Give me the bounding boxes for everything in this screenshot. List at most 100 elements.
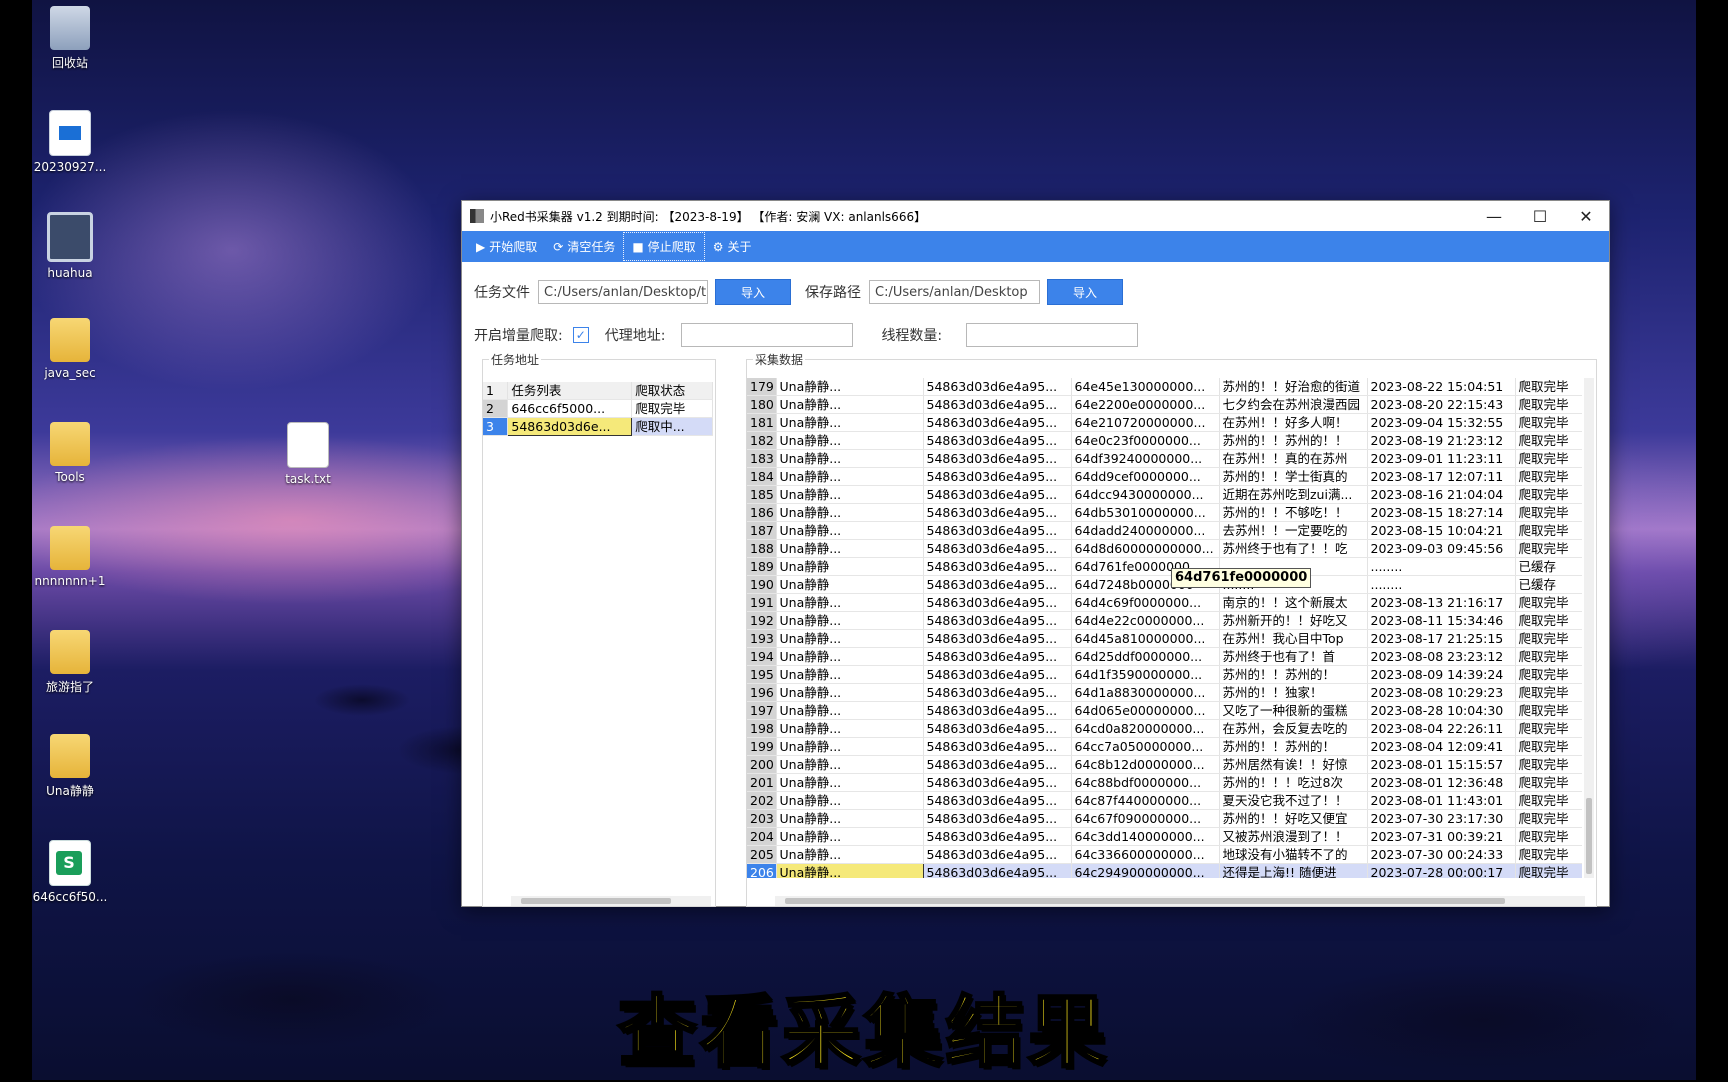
data-row-number: 187 [747, 521, 777, 540]
time-cell: 2023-07-30 00:24:33 [1367, 845, 1516, 864]
task-table-hscroll-thumb[interactable] [521, 898, 671, 904]
data-row[interactable]: 185 Una静静... 54863d03d6e4a95... 64dcc943000… [747, 485, 1582, 504]
desktop-icon-nnnnnnn[interactable]: nnnnnnn+1 [30, 526, 110, 588]
data-row[interactable]: 181 Una静静... 54863d03d6e4a95... 64e21072000… [747, 413, 1582, 432]
data-row[interactable]: 197 Una静静... 54863d03d6e4a95... 64d065e0000… [747, 701, 1582, 720]
data-table-vscroll-thumb[interactable] [1586, 798, 1592, 874]
user-cell: Una静静... [776, 503, 924, 522]
text-file-icon [287, 422, 329, 468]
video-file-icon [49, 110, 91, 156]
data-row[interactable]: 191 Una静静... 54863d03d6e4a95... 64d4c69f000… [747, 593, 1582, 612]
data-row[interactable]: 187 Una静静... 54863d03d6e4a95... 64dadd24000… [747, 521, 1582, 540]
data-row[interactable]: 189 Una静静 54863d03d6e4a95... 64d761fe000000… [747, 557, 1582, 576]
data-row[interactable]: 180 Una静静... 54863d03d6e4a95... 64e2200e000… [747, 395, 1582, 414]
task-table-hscrollbar[interactable] [511, 896, 711, 906]
status-cell: 爬取完毕 [1515, 701, 1582, 720]
title-bar[interactable]: 小Red书采集器 v1.2 到期时间: 【2023-8-19】 【作者: 安澜 … [462, 201, 1609, 231]
title-cell: 苏州的！！苏州的！！ [1219, 431, 1368, 450]
user-cell: Una静静... [776, 827, 924, 846]
desktop-icon-spreadsheet[interactable]: S 646cc6f50... [30, 840, 110, 904]
data-row[interactable]: 202 Una静静... 54863d03d6e4a95... 64c87f44000… [747, 791, 1582, 810]
user-cell: Una静静... [776, 845, 924, 864]
status-cell: 爬取完毕 [1515, 485, 1582, 504]
desktop-icon-task-txt[interactable]: task.txt [268, 422, 348, 486]
data-row[interactable]: 192 Una静静... 54863d03d6e4a95... 64d4e22c000… [747, 611, 1582, 630]
note-id-cell: 64c336600000000... [1071, 845, 1220, 864]
data-table-hscrollbar[interactable] [775, 896, 1585, 906]
time-cell: 2023-08-04 22:26:11 [1367, 719, 1516, 738]
clear-tasks-button[interactable]: ⟳ 清空任务 [545, 233, 623, 260]
data-row[interactable]: 201 Una静静... 54863d03d6e4a95... 64c88bdf000… [747, 773, 1582, 792]
time-cell: 2023-08-28 10:04:30 [1367, 701, 1516, 720]
user-cell: Una静静... [776, 809, 924, 828]
data-row[interactable]: 190 Una静静 54863d03d6e4a95... 64d7248b000000… [747, 575, 1582, 594]
title-cell: 七夕约会在苏州浪漫西园 [1219, 395, 1368, 414]
desktop-icon-travel[interactable]: 旅游指了 [30, 630, 110, 695]
title-cell: 苏州终于也有了！首 [1219, 647, 1368, 666]
user-id-cell: 54863d03d6e4a95... [923, 791, 1072, 810]
import-save-path-button[interactable]: 导入 [1047, 279, 1123, 305]
user-id-cell: 54863d03d6e4a95... [923, 485, 1072, 504]
user-cell: Una静静... [776, 467, 924, 486]
desktop-icon-una[interactable]: Una静静 [30, 734, 110, 799]
data-table-viewport: 179 Una静静... 54863d03d6e4a95... 64e45e13000… [747, 378, 1582, 878]
incremental-checkbox[interactable]: ✓ [572, 327, 589, 343]
data-row[interactable]: 193 Una静静... 54863d03d6e4a95... 64d45a81000… [747, 629, 1582, 648]
status-cell: 爬取完毕 [1515, 755, 1582, 774]
import-task-file-button[interactable]: 导入 [715, 279, 791, 305]
desktop-icon-recycle-bin[interactable]: 回收站 [30, 6, 110, 71]
desktop-icon-video[interactable]: 20230927... [30, 110, 110, 174]
save-path-input[interactable]: C:/Users/anlan/Desktop [869, 280, 1040, 304]
maximize-button[interactable]: ☐ [1517, 207, 1563, 226]
data-row[interactable]: 205 Una静静... 54863d03d6e4a95... 64c33660000… [747, 845, 1582, 864]
stop-crawl-button[interactable]: ■ 停止爬取 [623, 232, 705, 261]
task-table: 1 任务列表 爬取状态 2 646cc6f5000... 爬取完毕 3 54863d03d6e… [483, 382, 713, 436]
desktop-icon-tools[interactable]: Tools [30, 422, 110, 484]
stop-crawl-label: 停止爬取 [647, 240, 696, 254]
close-button[interactable]: ✕ [1563, 207, 1609, 226]
data-row[interactable]: 199 Una静静... 54863d03d6e4a95... 64cc7a05000… [747, 737, 1582, 756]
task-row[interactable]: 3 54863d03d6e... 爬取中... [483, 417, 713, 436]
status-cell: 爬取完毕 [1515, 737, 1582, 756]
data-row[interactable]: 206 Una静静... 54863d03d6e4a95... 64c29490000… [747, 863, 1582, 878]
data-row[interactable]: 183 Una静静... 54863d03d6e4a95... 64df3924000… [747, 449, 1582, 468]
data-row-number: 192 [747, 611, 777, 630]
desktop-icon-label: nnnnnnn+1 [34, 574, 106, 588]
data-row[interactable]: 184 Una静静... 54863d03d6e4a95... 64dd9cef000… [747, 467, 1582, 486]
start-crawl-button[interactable]: ▶ 开始爬取 [468, 233, 545, 260]
data-row[interactable]: 186 Una静静... 54863d03d6e4a95... 64db5301000… [747, 503, 1582, 522]
user-id-cell: 54863d03d6e4a95... [923, 737, 1072, 756]
data-row[interactable]: 196 Una静静... 54863d03d6e4a95... 64d1a883000… [747, 683, 1582, 702]
task-file-input[interactable]: C:/Users/anlan/Desktop/t [538, 280, 708, 304]
data-row[interactable]: 203 Una静静... 54863d03d6e4a95... 64c67f09000… [747, 809, 1582, 828]
desktop-icon-label: Una静静 [46, 784, 94, 798]
threads-input[interactable] [966, 323, 1139, 347]
folder-icon [50, 526, 90, 570]
data-row[interactable]: 195 Una静静... 54863d03d6e4a95... 64d1f359000… [747, 665, 1582, 684]
time-cell: 2023-08-19 21:23:12 [1367, 431, 1516, 450]
task-address-group-label: 任务地址 [489, 351, 542, 368]
desktop-icon-label: 646cc6f50... [32, 890, 108, 904]
data-table-hscroll-thumb[interactable] [785, 898, 1505, 904]
desktop-icon-huahua[interactable]: huahua [30, 212, 110, 280]
task-row-number: 2 [483, 399, 509, 418]
minimize-button[interactable]: — [1471, 207, 1517, 226]
data-row[interactable]: 188 Una静静... 54863d03d6e4a95... 64d8d600000… [747, 539, 1582, 558]
about-button[interactable]: ⚙ 关于 [705, 233, 760, 260]
data-row[interactable]: 182 Una静静... 54863d03d6e4a95... 64e0c23f000… [747, 431, 1582, 450]
desktop-icon-java-sec[interactable]: java_sec [30, 318, 110, 380]
user-cell: Una静静... [776, 611, 924, 630]
user-cell: Una静静... [776, 755, 924, 774]
data-row[interactable]: 204 Una静静... 54863d03d6e4a95... 64c3dd14000… [747, 827, 1582, 846]
note-id-cell: 64c88bdf0000000... [1071, 773, 1220, 792]
note-id-cell: 64c8b12d0000000... [1071, 755, 1220, 774]
data-row[interactable]: 198 Una静静... 54863d03d6e4a95... 64cd0a82000… [747, 719, 1582, 738]
data-row[interactable]: 194 Una静静... 54863d03d6e4a95... 64d25ddf000… [747, 647, 1582, 666]
proxy-input[interactable] [681, 323, 854, 347]
data-row[interactable]: 200 Una静静... 54863d03d6e4a95... 64c8b12d000… [747, 755, 1582, 774]
task-row[interactable]: 2 646cc6f5000... 爬取完毕 [483, 399, 713, 418]
user-id-cell: 54863d03d6e4a95... [923, 845, 1072, 864]
data-table-vscrollbar[interactable] [1584, 378, 1594, 878]
data-row[interactable]: 179 Una静静... 54863d03d6e4a95... 64e45e13000… [747, 378, 1582, 396]
task-row[interactable]: 1 任务列表 爬取状态 [483, 382, 713, 400]
